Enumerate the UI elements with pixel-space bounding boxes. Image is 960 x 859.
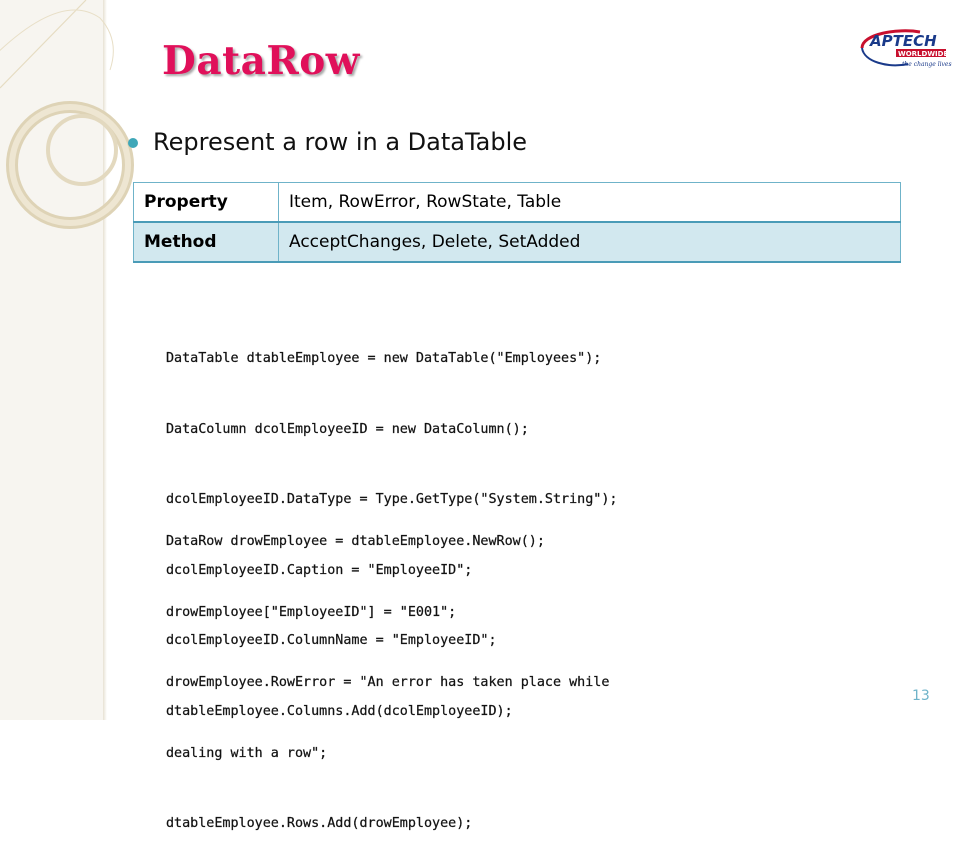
- table-row: Method AcceptChanges, Delete, SetAdded: [133, 221, 901, 263]
- bullet-dot-icon: [128, 138, 138, 148]
- table-row: Property Item, RowError, RowState, Table: [133, 182, 901, 223]
- code-line: drowEmployee.RowError = "An error has ta…: [166, 675, 610, 690]
- bullet-text: Represent a row in a DataTable: [153, 128, 528, 156]
- logo-tagline: the change lives: [902, 61, 952, 68]
- page-number: 13: [912, 688, 930, 704]
- code-block-datarow-usage: DataRow drowEmployee = dtableEmployee.Ne…: [166, 483, 610, 859]
- code-line: dealing with a row";: [166, 745, 328, 761]
- bullet-point: Represent a row in a DataTable: [128, 128, 527, 156]
- code-line: DataTable dtableEmployee = new DataTable…: [166, 351, 602, 366]
- aptech-logo: APTECH WORLDWIDE the change lives: [860, 29, 952, 68]
- code-line: drowEmployee["EmployeeID"] = "E001";: [166, 604, 457, 620]
- code-line: dtableEmployee.Rows.Add(drowEmployee);: [166, 816, 473, 831]
- code-line: DataRow drowEmployee = dtableEmployee.Ne…: [166, 534, 545, 549]
- table-cell-value: AcceptChanges, Delete, SetAdded: [278, 221, 901, 263]
- decorative-rings-graphic: [0, 0, 134, 229]
- table-cell-key: Method: [133, 221, 279, 263]
- code-line: DataColumn dcolEmployeeID = new DataColu…: [166, 421, 529, 437]
- table-cell-key: Property: [133, 182, 279, 223]
- logo-sub: WORLDWIDE: [898, 50, 948, 58]
- slide-title: DataRow: [162, 38, 360, 84]
- logo-name: APTECH: [869, 32, 937, 50]
- datarow-members-table: Property Item, RowError, RowState, Table…: [133, 182, 901, 263]
- table-cell-value: Item, RowError, RowState, Table: [278, 182, 901, 223]
